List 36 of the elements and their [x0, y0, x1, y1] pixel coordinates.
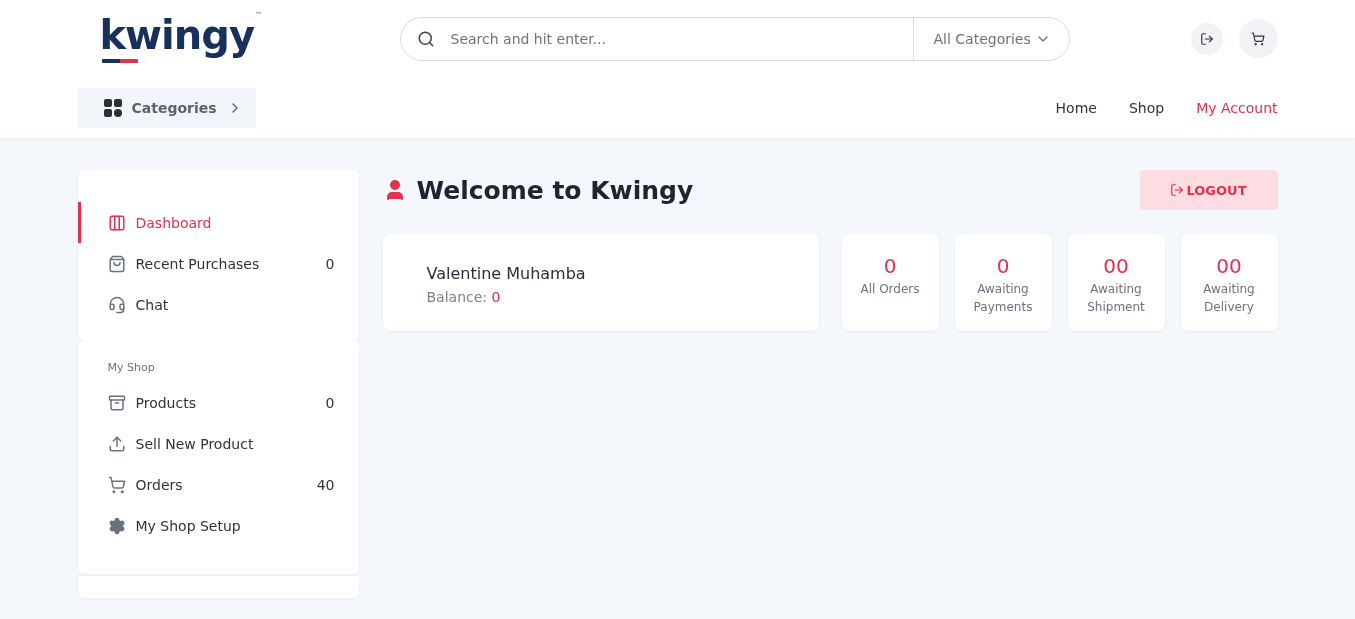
sidebar-item[interactable]: Recent Purchases 0: [77, 243, 359, 284]
sidebar-item[interactable]: My Shop Setup: [77, 505, 359, 546]
section-title: My Shop: [106, 361, 156, 376]
search-icon: [416, 29, 435, 48]
sidebar-item[interactable]: Dashboard: [77, 202, 359, 243]
user-name: Valentine Muhamba: [426, 264, 587, 283]
categories-button[interactable]: Categories: [77, 87, 256, 128]
search-field[interactable]: Search and hit enter...: [400, 17, 913, 60]
logout-icon: [1199, 31, 1214, 46]
category-dropdown[interactable]: All Categories: [912, 17, 1069, 60]
nav-link[interactable]: Home: [1055, 99, 1097, 116]
sidebar-item[interactable]: Sell New Product: [77, 423, 359, 464]
cart-icon: [1251, 31, 1265, 46]
logout-icon-button[interactable]: [1190, 22, 1223, 55]
headset-icon: [107, 295, 126, 314]
archive-icon: [107, 393, 126, 412]
stat-card: 00 Awaiting Shipment: [1067, 234, 1165, 331]
logout-button[interactable]: LOGOUT: [1139, 170, 1278, 210]
settings-icon: [107, 516, 126, 535]
columns-icon: [107, 213, 126, 232]
nav-link[interactable]: Shop: [1128, 99, 1165, 116]
cart-icon: [107, 475, 126, 494]
bag-icon: [107, 254, 126, 273]
upload-icon: [107, 434, 126, 453]
stat-card: 00 Awaiting Delivery: [1180, 234, 1278, 331]
sidebar-item[interactable]: Chat: [77, 284, 359, 325]
nav-link[interactable]: My Account: [1196, 99, 1278, 116]
sidebar-item[interactable]: Orders 40: [77, 464, 359, 505]
stat-card: 0 Awaiting Payments: [954, 234, 1052, 331]
page-title: Welcome to Kwingy: [416, 175, 694, 205]
balance-text: Balance: 0: [426, 289, 502, 305]
sidebar-item[interactable]: Products 0: [77, 382, 359, 423]
grid-icon: [103, 98, 122, 117]
stat-card: 0 All Orders: [841, 234, 939, 331]
cart-icon-button[interactable]: [1238, 19, 1278, 58]
logout-icon: [1170, 183, 1185, 197]
